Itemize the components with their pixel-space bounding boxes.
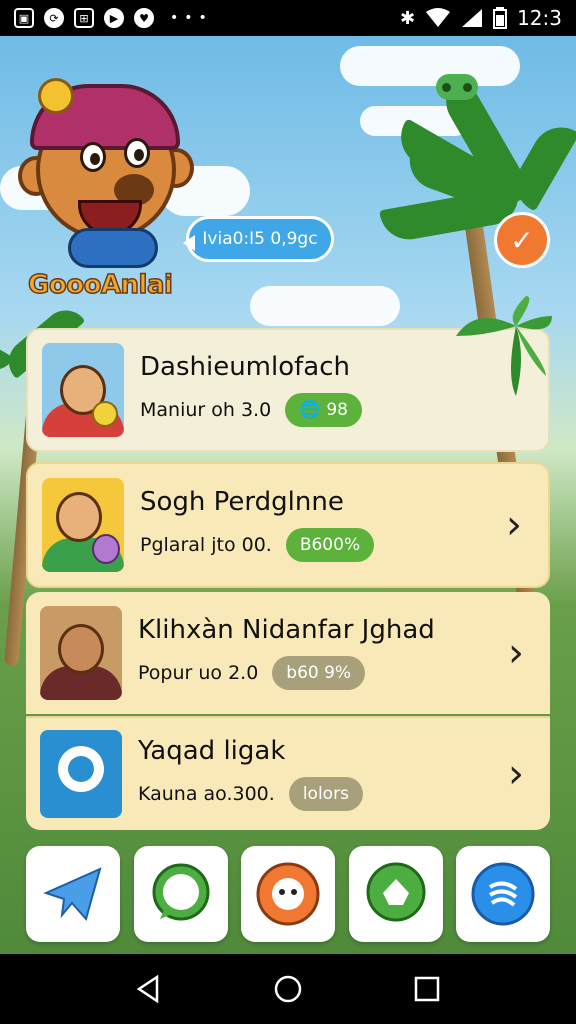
app-dock <box>26 846 550 942</box>
status-bar: ▣ ⟳ ⊞ ▶ ♥ ••• ✱ 12:3 <box>0 0 576 36</box>
telegram-icon[interactable] <box>26 846 120 942</box>
clock: 12:3 <box>517 6 562 30</box>
list-item[interactable]: Sogh Perdglnne Pglaral jto 00. B600% › <box>26 462 550 588</box>
play-icon: ▶ <box>104 8 124 28</box>
recents-icon[interactable] <box>413 975 441 1003</box>
globe-icon: 🌐 <box>299 400 321 421</box>
grid-icon: ⊞ <box>74 8 94 28</box>
card-subtitle: Pglaral jto 00. <box>140 534 272 557</box>
leaf-decoration-icon <box>456 296 552 396</box>
wifi-icon <box>426 8 451 27</box>
list-item[interactable]: Klihxàn Nidanfar Jghad Popur uo 2.0 b60 … <box>26 592 550 714</box>
avatar <box>42 478 124 572</box>
brand-name: GoooAnlai <box>27 269 173 301</box>
status-badge: B600% <box>285 528 375 563</box>
card-subtitle: Popur uo 2.0 <box>138 662 259 685</box>
navigation-bar <box>0 954 576 1024</box>
heart-icon: ♥ <box>134 8 154 28</box>
chevron-right-icon[interactable]: › <box>500 502 528 548</box>
avatar <box>42 343 124 437</box>
check-icon[interactable]: ✓ <box>494 212 550 268</box>
card-subtitle: Kauna ao.300. <box>138 783 275 806</box>
app-thumbnail <box>40 730 122 818</box>
avatar <box>40 606 122 700</box>
card-subtitle: Maniur oh 3.0 <box>140 399 272 422</box>
bluetooth-icon: ✱ <box>399 7 416 29</box>
shazam-icon[interactable] <box>456 846 550 942</box>
chevron-right-icon[interactable]: › <box>502 630 530 676</box>
status-badge: b60 9% <box>272 656 366 691</box>
list-item[interactable]: Yaqad ligak Kauna ao.300. lolors › <box>26 716 550 830</box>
gallery-icon: ▣ <box>14 8 34 28</box>
more-notifications-icon: ••• <box>170 10 213 26</box>
status-badge: 🌐 98 <box>285 393 362 428</box>
signal-icon <box>462 9 483 27</box>
back-icon[interactable] <box>135 975 163 1003</box>
card-title: Yaqad ligak <box>138 735 286 766</box>
sync-icon: ⟳ <box>44 8 64 28</box>
mascot-illustration <box>18 60 198 270</box>
chevron-right-icon[interactable]: › <box>502 751 530 797</box>
home-icon[interactable] <box>273 974 303 1004</box>
whatsapp-icon[interactable] <box>133 846 228 942</box>
status-badge: lolors <box>288 777 363 812</box>
chat-icon[interactable] <box>348 846 443 942</box>
speech-bubble: Ivia0:I5 0,9gc <box>183 216 334 262</box>
card-title: Klihxàn Nidanfar Jghad <box>138 614 435 645</box>
bot-icon[interactable] <box>241 846 335 942</box>
battery-icon <box>493 7 508 29</box>
card-title: Sogh Perdglnne <box>140 486 344 517</box>
toggle-switch[interactable] <box>436 74 478 100</box>
